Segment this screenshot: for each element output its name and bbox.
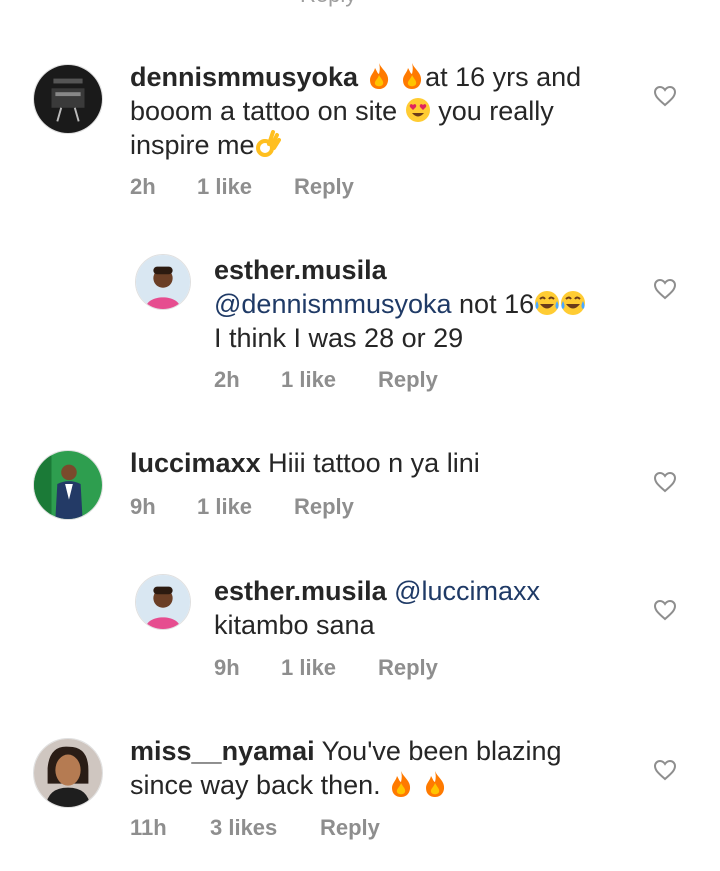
- comment-meta: 11h 3 likes Reply: [130, 815, 380, 841]
- comment-time: 9h: [214, 655, 240, 680]
- username[interactable]: esther.musila: [214, 255, 387, 285]
- comment-body: kitambo sana: [214, 610, 375, 640]
- username[interactable]: miss__nyamai: [130, 736, 315, 766]
- comment-text: dennismmusyoka at 16 yrs and booom a tat…: [130, 60, 620, 162]
- like-heart-icon[interactable]: [653, 758, 677, 782]
- ok-hand-emoji: [255, 130, 281, 158]
- comment-text: miss__nyamai You've been blazing since w…: [130, 734, 620, 802]
- like-count[interactable]: 1 like: [281, 655, 378, 681]
- comment-text: esther.musila @luccimaxx kitambo sana: [214, 574, 704, 642]
- like-count[interactable]: 1 like: [197, 174, 294, 200]
- username[interactable]: dennismmusyoka: [130, 62, 358, 92]
- like-heart-icon[interactable]: [653, 470, 677, 494]
- reply-button[interactable]: Reply: [378, 367, 438, 393]
- comment-text: esther.musila @dennismmusyoka not 16 I t…: [214, 253, 704, 355]
- fire-emoji: [388, 770, 414, 798]
- clipped-reply-text: Reply: [300, 0, 356, 8]
- comment-time: 11h: [130, 815, 167, 840]
- comment-body: not 16: [459, 289, 535, 319]
- like-heart-icon[interactable]: [653, 277, 677, 301]
- fire-emoji: [366, 62, 392, 90]
- comment-meta: 2h 1 like Reply: [214, 367, 438, 393]
- like-heart-icon[interactable]: [653, 598, 677, 622]
- avatar[interactable]: [33, 450, 103, 520]
- comment-meta: 9h 1 like Reply: [214, 655, 438, 681]
- reply-button[interactable]: Reply: [294, 174, 354, 200]
- like-heart-icon[interactable]: [653, 84, 677, 108]
- comment-time: 9h: [130, 494, 156, 519]
- username[interactable]: luccimaxx: [130, 448, 261, 478]
- mention-link[interactable]: @dennismmusyoka: [214, 289, 452, 319]
- comment-body-continued: I think I was 28 or 29: [214, 323, 464, 353]
- username[interactable]: esther.musila: [214, 576, 387, 606]
- tears-of-joy-emoji: [534, 289, 560, 317]
- reply-button[interactable]: Reply: [294, 494, 354, 520]
- mention-link[interactable]: @luccimaxx: [394, 576, 540, 606]
- heart-eyes-emoji: [405, 96, 431, 124]
- like-count[interactable]: 1 like: [197, 494, 294, 520]
- reply-button[interactable]: Reply: [320, 815, 380, 841]
- reply-button[interactable]: Reply: [378, 655, 438, 681]
- comment-time: 2h: [214, 367, 240, 392]
- fire-emoji: [399, 62, 425, 90]
- comment-time: 2h: [130, 174, 156, 199]
- fire-emoji: [422, 770, 448, 798]
- tears-of-joy-emoji: [560, 289, 586, 317]
- comment-body: Hiii tattoo n ya lini: [268, 448, 480, 478]
- like-count[interactable]: 1 like: [281, 367, 378, 393]
- avatar[interactable]: [33, 64, 103, 134]
- comment-meta: 9h 1 like Reply: [130, 494, 354, 520]
- avatar[interactable]: [33, 738, 103, 808]
- comment-meta: 2h 1 like Reply: [130, 174, 354, 200]
- avatar[interactable]: [135, 254, 191, 310]
- comment-text: luccimaxx Hiii tattoo n ya lini: [130, 446, 620, 480]
- avatar[interactable]: [135, 574, 191, 630]
- like-count[interactable]: 3 likes: [210, 815, 320, 841]
